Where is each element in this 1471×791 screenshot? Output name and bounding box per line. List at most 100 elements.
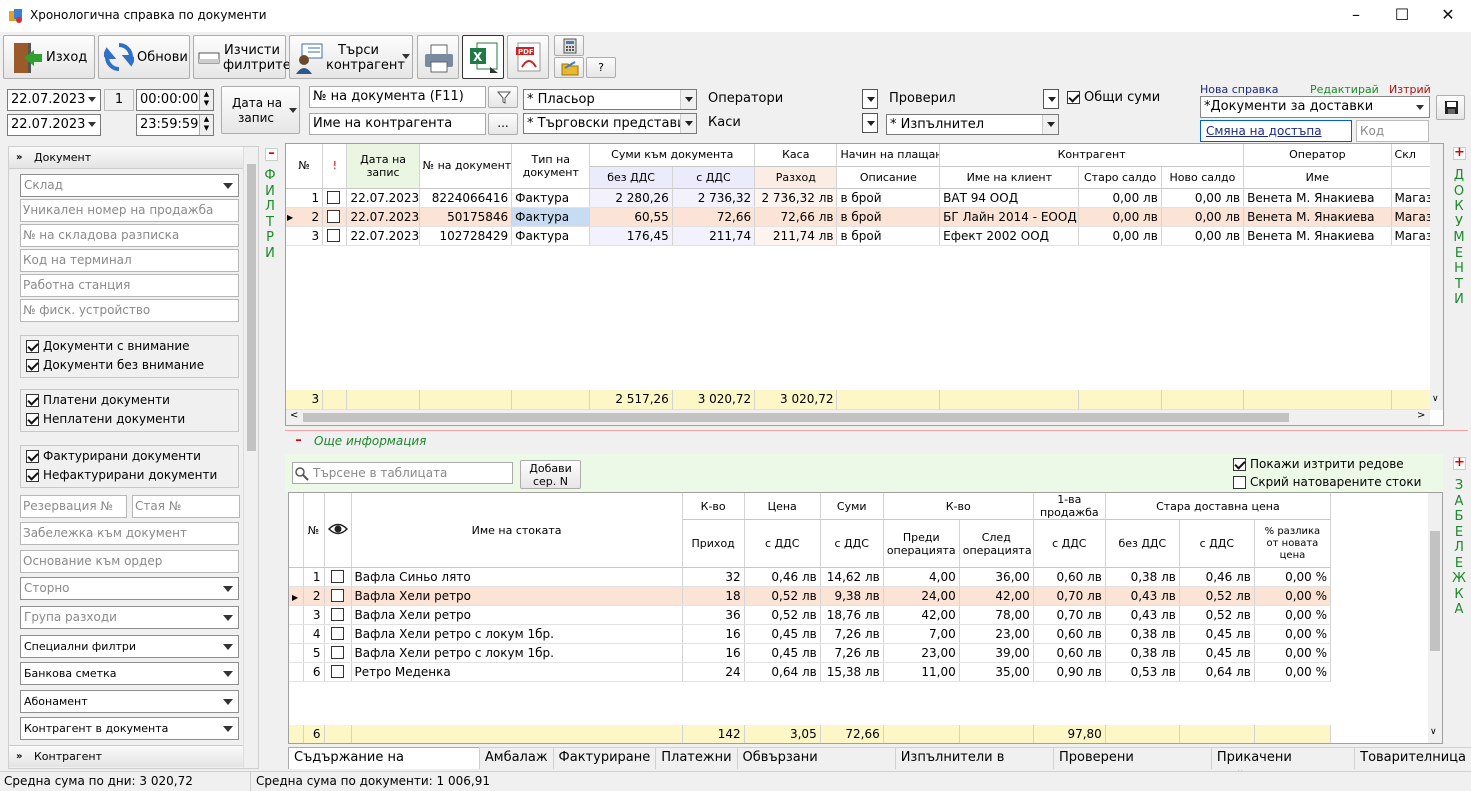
cell-name[interactable]: Вафла Синьо лято bbox=[351, 567, 683, 587]
cell-pay[interactable]: в брой bbox=[836, 226, 941, 246]
cell-n[interactable]: 3 bbox=[286, 226, 324, 246]
col-old-no-vat[interactable]: без ДДС bbox=[1105, 519, 1180, 568]
col-item-name[interactable]: Име на стоката bbox=[351, 493, 683, 568]
document-section-header[interactable]: » Документ bbox=[9, 147, 243, 169]
cell-first[interactable]: 0,70 лв bbox=[1033, 605, 1106, 625]
cell-type[interactable]: Фактура bbox=[511, 188, 591, 208]
doc-counterparty-select[interactable]: Контрагент в документа bbox=[20, 717, 239, 740]
cell-opn[interactable]: 0,38 лв bbox=[1105, 624, 1180, 644]
cell-old[interactable]: 0,00 лв bbox=[1078, 207, 1162, 227]
cell-op[interactable]: Венета М. Янакиева bbox=[1243, 207, 1392, 227]
col-description[interactable]: Описание bbox=[836, 166, 941, 189]
col-date[interactable]: Дата на запис bbox=[346, 144, 420, 189]
cell-sum[interactable]: 9,38 лв bbox=[820, 586, 884, 606]
cell-name[interactable]: Ретро Меденка bbox=[351, 662, 683, 682]
exit-button[interactable]: Изход bbox=[3, 35, 95, 79]
cell-after[interactable]: 42,00 bbox=[959, 586, 1034, 606]
row-checkbox[interactable] bbox=[330, 627, 344, 640]
cell-after[interactable]: 23,00 bbox=[959, 624, 1034, 644]
document-row[interactable]: 3 22.07.2023 102728429 Фактура 176,45 211,74 2… bbox=[286, 226, 1443, 246]
checked-by-select[interactable]: Проверил bbox=[886, 89, 1059, 110]
cell-first[interactable]: 0,60 лв bbox=[1033, 643, 1106, 663]
cell-qty[interactable]: 24 bbox=[682, 662, 745, 682]
day-count-field[interactable]: 1 bbox=[104, 89, 134, 111]
collapse-more-info-icon[interactable]: – bbox=[292, 434, 305, 449]
fiscal-device-input[interactable]: № фиск. устройство bbox=[20, 299, 239, 322]
cell-diff[interactable]: 0,00 % bbox=[1254, 567, 1332, 587]
cell-exp[interactable]: 72,66 лв bbox=[754, 207, 838, 227]
col-price-vat[interactable]: с ДДС bbox=[744, 519, 821, 568]
cell-op[interactable]: Венета М. Янакиева bbox=[1243, 188, 1392, 208]
row-indicator[interactable] bbox=[289, 643, 304, 663]
change-access-link[interactable]: Смяна на достъпа bbox=[1200, 120, 1352, 142]
room-input[interactable]: Стая № bbox=[132, 495, 240, 518]
cell-nov[interactable]: 2 280,26 bbox=[589, 188, 673, 208]
tab-2[interactable]: Фактуриране bbox=[552, 747, 657, 769]
cell-price[interactable]: 0,52 лв bbox=[744, 605, 821, 625]
scroll-down-icon[interactable]: ∨ bbox=[1430, 727, 1437, 737]
cell-old[interactable]: 0,00 лв bbox=[1078, 226, 1162, 246]
export-pdf-button[interactable]: PDF bbox=[507, 35, 549, 79]
cell-exp[interactable]: 211,74 лв bbox=[754, 226, 838, 246]
cell-after[interactable]: 35,00 bbox=[959, 662, 1034, 682]
row-checkbox[interactable] bbox=[327, 228, 341, 242]
cell-before[interactable]: 23,00 bbox=[883, 643, 960, 663]
cell-date[interactable]: 22.07.2023 bbox=[346, 207, 420, 227]
date-from-chevron-icon[interactable] bbox=[88, 97, 96, 102]
cell-doc[interactable]: 50175846 bbox=[419, 207, 513, 227]
cell-doc[interactable]: 8224066416 bbox=[419, 188, 513, 208]
date-to-chevron-icon[interactable] bbox=[88, 122, 96, 127]
date-mode-button[interactable]: Дата на запис bbox=[221, 86, 300, 134]
col-sums-vat[interactable]: с ДДС bbox=[820, 519, 884, 568]
cell-first[interactable]: 0,60 лв bbox=[1033, 624, 1106, 644]
chk-not-invoiced[interactable]: Нефактурирани документи bbox=[21, 466, 238, 485]
col-after-op[interactable]: След операцията bbox=[959, 519, 1034, 568]
col-visibility[interactable] bbox=[324, 493, 352, 568]
cell-client[interactable]: БГ Лайн 2014 - ЕООД bbox=[939, 207, 1080, 227]
cell-before[interactable]: 4,00 bbox=[883, 567, 960, 587]
documents-hscrollbar[interactable]: < > bbox=[286, 410, 1430, 425]
cell-exp[interactable]: 2 736,32 лв bbox=[754, 188, 838, 208]
cell-sum[interactable]: 18,76 лв bbox=[820, 605, 884, 625]
cell-sum[interactable]: 15,38 лв bbox=[820, 662, 884, 682]
chk-paid[interactable]: Платени документи bbox=[21, 391, 238, 410]
cell-n[interactable]: 4 bbox=[303, 624, 325, 644]
cell-after[interactable]: 78,00 bbox=[959, 605, 1034, 625]
workstation-input[interactable]: Работна станция bbox=[20, 274, 239, 297]
date-from-input[interactable]: 22.07.2023 bbox=[7, 89, 101, 111]
cell-date[interactable]: 22.07.2023 bbox=[346, 226, 420, 246]
time-from-spinner[interactable]: ▲ ▼ bbox=[199, 90, 213, 110]
col-first-sale[interactable]: 1-ва продажба bbox=[1033, 493, 1106, 520]
delete-report-link[interactable]: Изтрий bbox=[1389, 83, 1431, 96]
cell-name[interactable]: Вафла Хели ретро с локум 1бр. bbox=[351, 643, 683, 663]
tab-6[interactable]: Проверени документи bbox=[1053, 747, 1212, 785]
subscription-select[interactable]: Абонамент bbox=[20, 690, 239, 713]
filters-vertical-label[interactable]: ФИЛТРИ bbox=[263, 168, 277, 261]
placer-select[interactable]: * Пласьор bbox=[523, 89, 697, 110]
special-filters-select[interactable]: Специални филтри bbox=[20, 635, 239, 658]
cell-opn[interactable]: 0,38 лв bbox=[1105, 643, 1180, 663]
hide-loaded-checkbox[interactable]: Скрий натоварените стоки bbox=[1233, 473, 1421, 492]
item-row[interactable]: ▶ 2 Вафла Хели ретро 18 0,52 лв 9,38 лв 24,00 4… bbox=[289, 586, 1332, 606]
chk-attention[interactable]: Документи с внимание bbox=[21, 337, 238, 356]
cell-qty[interactable]: 16 bbox=[682, 643, 745, 663]
expense-group-select[interactable]: Група разходи bbox=[20, 606, 239, 629]
cell-qty[interactable]: 16 bbox=[682, 624, 745, 644]
print-button[interactable] bbox=[417, 35, 459, 79]
cell-diff[interactable]: 0,00 % bbox=[1254, 643, 1332, 663]
code-input[interactable]: Код bbox=[1356, 120, 1429, 142]
sidebar-scrollbar[interactable] bbox=[243, 147, 258, 768]
tab-5[interactable]: Изпълнители в сервиз bbox=[894, 747, 1054, 785]
col-old-balance[interactable]: Старо салдо bbox=[1078, 166, 1162, 189]
tab-3[interactable]: Платежни bbox=[655, 747, 738, 769]
operators-select[interactable]: Оператори bbox=[705, 89, 878, 110]
bank-account-select[interactable]: Банкова сметка bbox=[20, 662, 239, 685]
cell-new[interactable]: 0,00 лв bbox=[1161, 226, 1245, 246]
cell-n[interactable]: 2 ▶ bbox=[286, 207, 324, 227]
item-row[interactable]: 1 Вафла Синьо лято 32 0,46 лв 14,62 лв 4,00 36… bbox=[289, 567, 1332, 587]
cell-qty[interactable]: 18 bbox=[682, 586, 745, 606]
cell-n[interactable]: 2 bbox=[303, 586, 325, 606]
show-deleted-checkbox[interactable]: Покажи изтрити редове bbox=[1233, 455, 1404, 474]
cell-sum[interactable]: 7,26 лв bbox=[820, 624, 884, 644]
cell-pay[interactable]: в брой bbox=[836, 207, 941, 227]
